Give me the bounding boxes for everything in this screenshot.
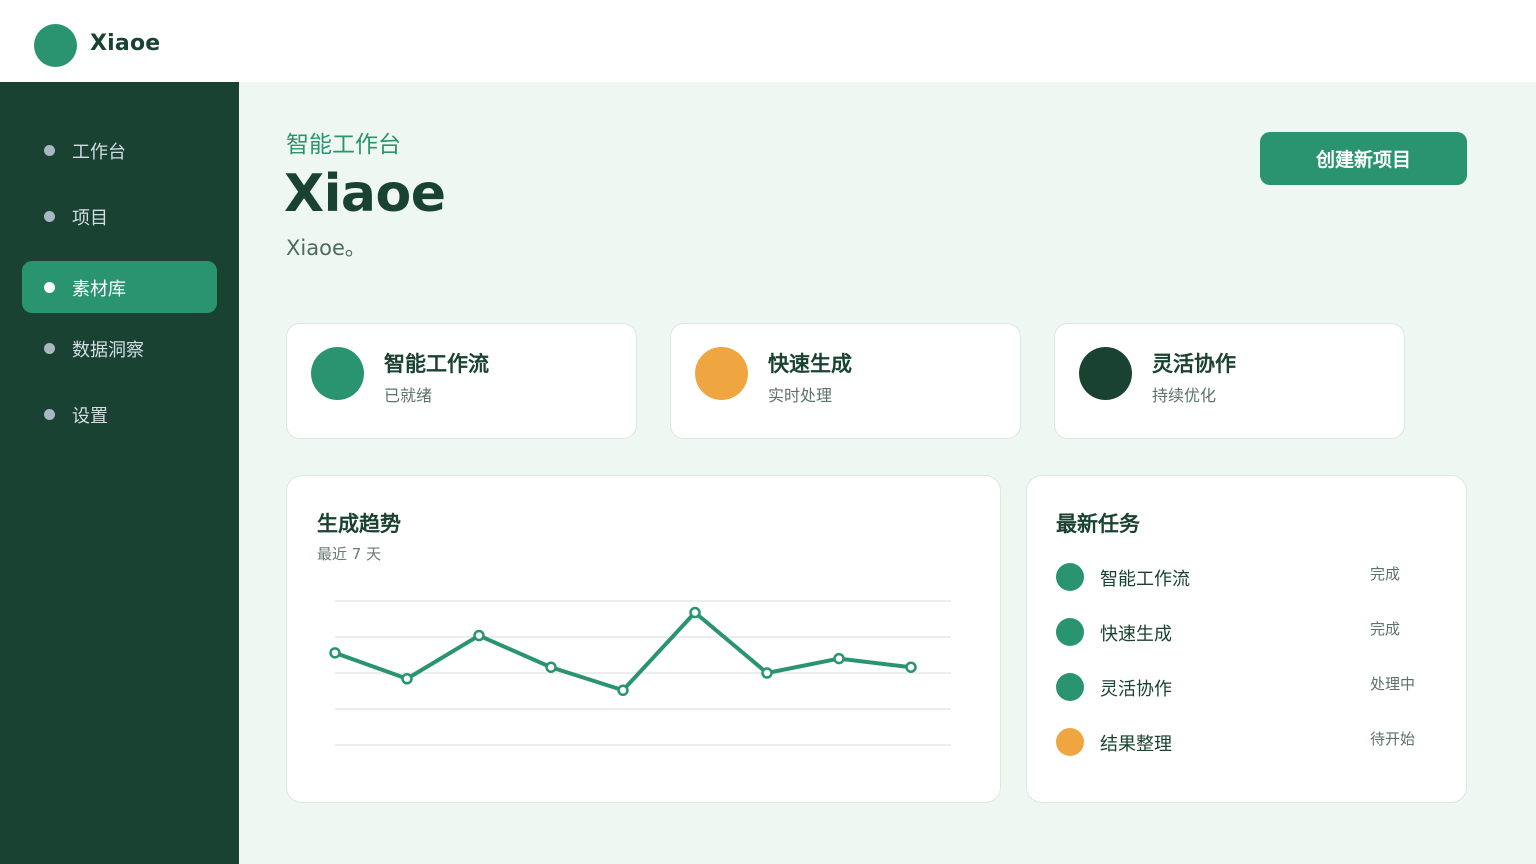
nav-dot-icon — [44, 343, 55, 354]
stat-title: 快速生成 — [768, 352, 852, 376]
task-name: 快速生成 — [1100, 624, 1172, 645]
page-kicker: 智能工作台 — [286, 132, 401, 158]
sidebar-item-workbench[interactable]: 工作台 — [22, 124, 217, 176]
chart-point-3[interactable] — [473, 629, 485, 642]
stat-card-workflow[interactable]: 智能工作流 已就绪 — [286, 323, 637, 439]
task-status: 待开始 — [1370, 730, 1416, 748]
chart-point-5[interactable] — [617, 684, 629, 697]
page-subtitle: Xiaoe。 — [286, 236, 366, 260]
sidebar-item-projects[interactable]: 项目 — [22, 190, 217, 242]
task-status-dot-icon — [1056, 673, 1084, 701]
trend-panel: 生成趋势 最近 7 天 — [286, 475, 1001, 803]
tasks-panel: 最新任务 智能工作流 完成 快速生成 完成 灵活协作 处理中 结果整理 待开始 — [1026, 475, 1467, 803]
brand-name: Xiaoe — [90, 31, 161, 56]
task-name: 智能工作流 — [1100, 569, 1190, 590]
task-status: 处理中 — [1370, 675, 1416, 693]
stat-card-collab[interactable]: 灵活协作 持续优化 — [1054, 323, 1405, 439]
page-title: Xiaoe — [284, 164, 446, 224]
sidebar-item-label: 数据洞察 — [72, 340, 144, 361]
task-name: 结果整理 — [1100, 734, 1172, 755]
chart-point-8[interactable] — [833, 652, 845, 665]
chart-point-4[interactable] — [545, 661, 557, 673]
stat-subtitle: 持续优化 — [1152, 386, 1217, 405]
sidebar-item-label: 项目 — [72, 208, 108, 229]
task-item[interactable]: 灵活协作 处理中 — [1027, 666, 1467, 706]
top-bar: Xiaoe — [0, 0, 1536, 82]
task-item[interactable]: 快速生成 完成 — [1027, 611, 1467, 651]
nav-dot-icon — [44, 282, 55, 293]
logo-icon — [34, 24, 77, 67]
task-status: 完成 — [1370, 620, 1401, 638]
sidebar-item-label: 设置 — [72, 406, 108, 427]
sidebar-item-settings[interactable]: 设置 — [22, 388, 217, 440]
chart-series-line — [333, 610, 913, 693]
task-item[interactable]: 智能工作流 完成 — [1027, 556, 1467, 596]
task-name: 灵活协作 — [1100, 679, 1172, 700]
sidebar-item-assets[interactable]: 素材库 — [22, 261, 217, 313]
stat-subtitle: 已就绪 — [384, 386, 433, 405]
chart-point-2[interactable] — [401, 673, 413, 685]
nav-dot-icon — [44, 211, 55, 222]
sidebar-item-label: 工作台 — [72, 142, 126, 163]
chart-point-1[interactable] — [329, 647, 341, 659]
chart-point-7[interactable] — [761, 667, 773, 679]
nav-dot-icon — [44, 145, 55, 156]
stat-card-generate[interactable]: 快速生成 实时处理 — [670, 323, 1021, 439]
task-item[interactable]: 结果整理 待开始 — [1027, 721, 1467, 761]
task-status-dot-icon — [1056, 563, 1084, 591]
sidebar-item-insights[interactable]: 数据洞察 — [22, 322, 217, 374]
stat-title: 智能工作流 — [384, 352, 489, 376]
stat-title: 灵活协作 — [1152, 352, 1236, 376]
chart-point-9[interactable] — [905, 661, 917, 673]
create-project-button[interactable]: 创建新项目 — [1260, 132, 1467, 185]
task-status: 完成 — [1370, 565, 1401, 583]
chart-point-6[interactable] — [689, 606, 701, 619]
status-dot-icon — [1079, 347, 1132, 400]
stat-subtitle: 实时处理 — [768, 386, 833, 405]
status-dot-icon — [695, 347, 748, 400]
task-status-dot-icon — [1056, 618, 1084, 646]
trend-chart — [329, 600, 951, 746]
nav-dot-icon — [44, 409, 55, 420]
sidebar: 工作台 项目 素材库 数据洞察 设置 — [0, 82, 239, 864]
tasks-title: 最新任务 — [1056, 512, 1140, 536]
sidebar-item-label: 素材库 — [72, 279, 126, 300]
status-dot-icon — [311, 347, 364, 400]
task-status-dot-icon — [1056, 728, 1084, 756]
